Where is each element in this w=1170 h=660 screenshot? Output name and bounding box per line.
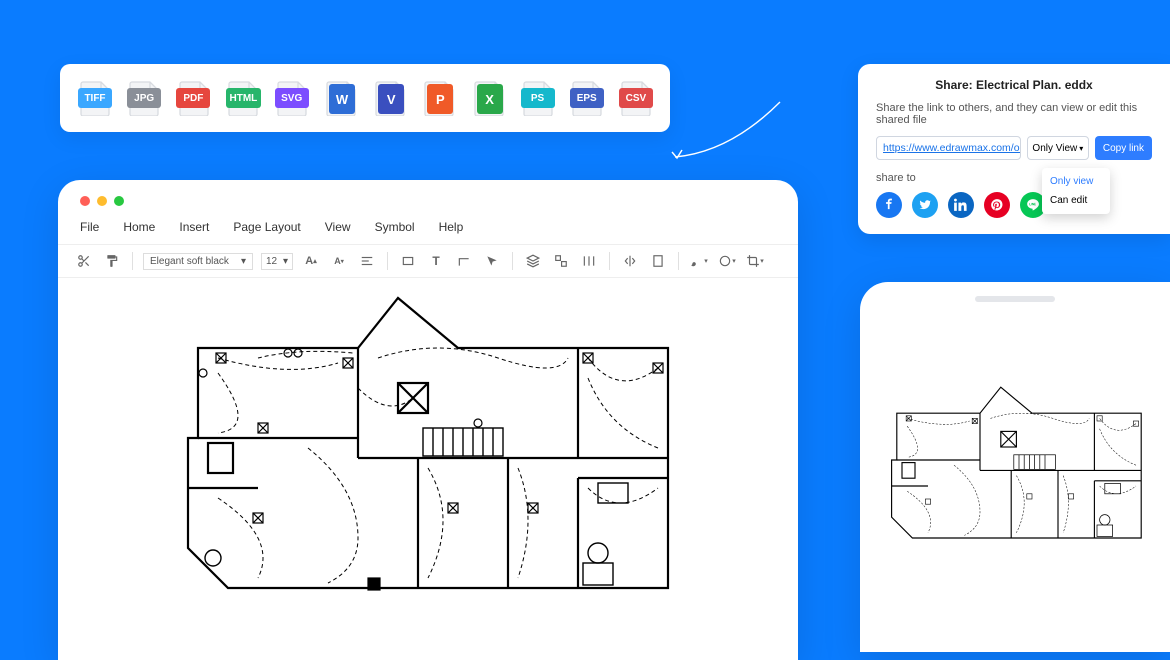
permission-option-edit[interactable]: Can edit [1042, 191, 1110, 210]
menu-home[interactable]: Home [123, 220, 155, 234]
floor-plan-diagram [158, 288, 698, 618]
menu-page-layout[interactable]: Page Layout [233, 220, 300, 234]
menu-insert[interactable]: Insert [179, 220, 209, 234]
export-format-svg[interactable]: SVG [275, 78, 308, 118]
export-formats-bar: TIFF JPG PDF HTML SVG WVPX PS EPS CSV [60, 64, 670, 132]
menu-file[interactable]: File [80, 220, 99, 234]
arrange-icon[interactable] [551, 251, 571, 271]
font-select[interactable]: Elegant soft black▾ [143, 253, 253, 270]
export-format-pdf[interactable]: PDF [176, 78, 209, 118]
phone-speaker [975, 296, 1055, 302]
share-panel: Share: Electrical Plan. eddx Share the l… [858, 64, 1170, 234]
export-format-p[interactable]: P [422, 78, 455, 118]
crop-icon[interactable]: ▾ [745, 251, 765, 271]
copy-link-button[interactable]: Copy link [1095, 136, 1152, 160]
minimize-icon[interactable] [97, 196, 107, 206]
export-format-w[interactable]: W [324, 78, 357, 118]
cut-icon[interactable] [74, 251, 94, 271]
format-doc-icon: V [378, 84, 404, 114]
format-badge: HTML [226, 88, 262, 108]
format-doc-icon: X [477, 84, 503, 114]
format-badge: TIFF [78, 88, 112, 108]
align-icon[interactable] [357, 251, 377, 271]
pointer-tool-icon[interactable] [482, 251, 502, 271]
export-format-v[interactable]: V [373, 78, 406, 118]
twitter-share-icon[interactable] [912, 192, 938, 218]
export-format-html[interactable]: HTML [226, 78, 259, 118]
close-icon[interactable] [80, 196, 90, 206]
share-description: Share the link to others, and they can v… [876, 102, 1152, 126]
rectangle-tool-icon[interactable] [398, 251, 418, 271]
export-format-csv[interactable]: CSV [619, 78, 652, 118]
share-url-input[interactable]: https://www.edrawmax.com/online/files [876, 136, 1021, 160]
maximize-icon[interactable] [114, 196, 124, 206]
text-tool-icon[interactable]: T [426, 251, 446, 271]
format-badge: JPG [127, 88, 161, 108]
app-window: FileHomeInsertPage LayoutViewSymbolHelp … [58, 180, 798, 660]
format-badge: EPS [570, 88, 604, 108]
font-size-select[interactable]: 12▾ [261, 253, 293, 270]
distribute-icon[interactable] [579, 251, 599, 271]
facebook-share-icon[interactable] [876, 192, 902, 218]
export-format-jpg[interactable]: JPG [127, 78, 160, 118]
increase-font-icon[interactable]: A▴ [301, 251, 321, 271]
format-badge: PDF [176, 88, 210, 108]
menu-bar: File Home Insert Page Layout View Symbol Help [58, 214, 798, 245]
social-share-row [876, 192, 1152, 218]
menu-symbol[interactable]: Symbol [375, 220, 415, 234]
export-format-ps[interactable]: PS [521, 78, 554, 118]
floor-plan-diagram-mobile [876, 382, 1156, 572]
line-color-icon[interactable]: ▾ [717, 251, 737, 271]
export-format-x[interactable]: X [471, 78, 504, 118]
format-painter-icon[interactable] [102, 251, 122, 271]
share-to-label: share to [876, 172, 1152, 184]
layers-icon[interactable] [523, 251, 543, 271]
pinterest-share-icon[interactable] [984, 192, 1010, 218]
permission-dropdown: Only view Can edit [1042, 168, 1110, 214]
linkedin-share-icon[interactable] [948, 192, 974, 218]
format-badge: PS [521, 88, 555, 108]
menu-help[interactable]: Help [439, 220, 464, 234]
share-title: Share: Electrical Plan. eddx [876, 78, 1152, 92]
format-badge: SVG [275, 88, 309, 108]
connector-tool-icon[interactable] [454, 251, 474, 271]
format-doc-icon: W [329, 84, 355, 114]
export-format-eps[interactable]: EPS [570, 78, 603, 118]
export-format-tiff[interactable]: TIFF [78, 78, 111, 118]
page-icon[interactable] [648, 251, 668, 271]
flip-icon[interactable] [620, 251, 640, 271]
connector-arrow [670, 92, 800, 172]
permission-option-view[interactable]: Only view [1042, 172, 1110, 191]
mobile-preview [860, 282, 1170, 652]
decrease-font-icon[interactable]: A▾ [329, 251, 349, 271]
canvas[interactable] [58, 278, 798, 660]
toolbar: Elegant soft black▾ 12▾ A▴ A▾ T ▾ ▾ ▾ [58, 245, 798, 278]
format-doc-icon: P [427, 84, 453, 114]
permission-select[interactable]: Only View▾ [1027, 136, 1089, 160]
menu-view[interactable]: View [325, 220, 351, 234]
window-controls [58, 180, 798, 214]
fill-color-icon[interactable]: ▾ [689, 251, 709, 271]
format-badge: CSV [619, 88, 653, 108]
